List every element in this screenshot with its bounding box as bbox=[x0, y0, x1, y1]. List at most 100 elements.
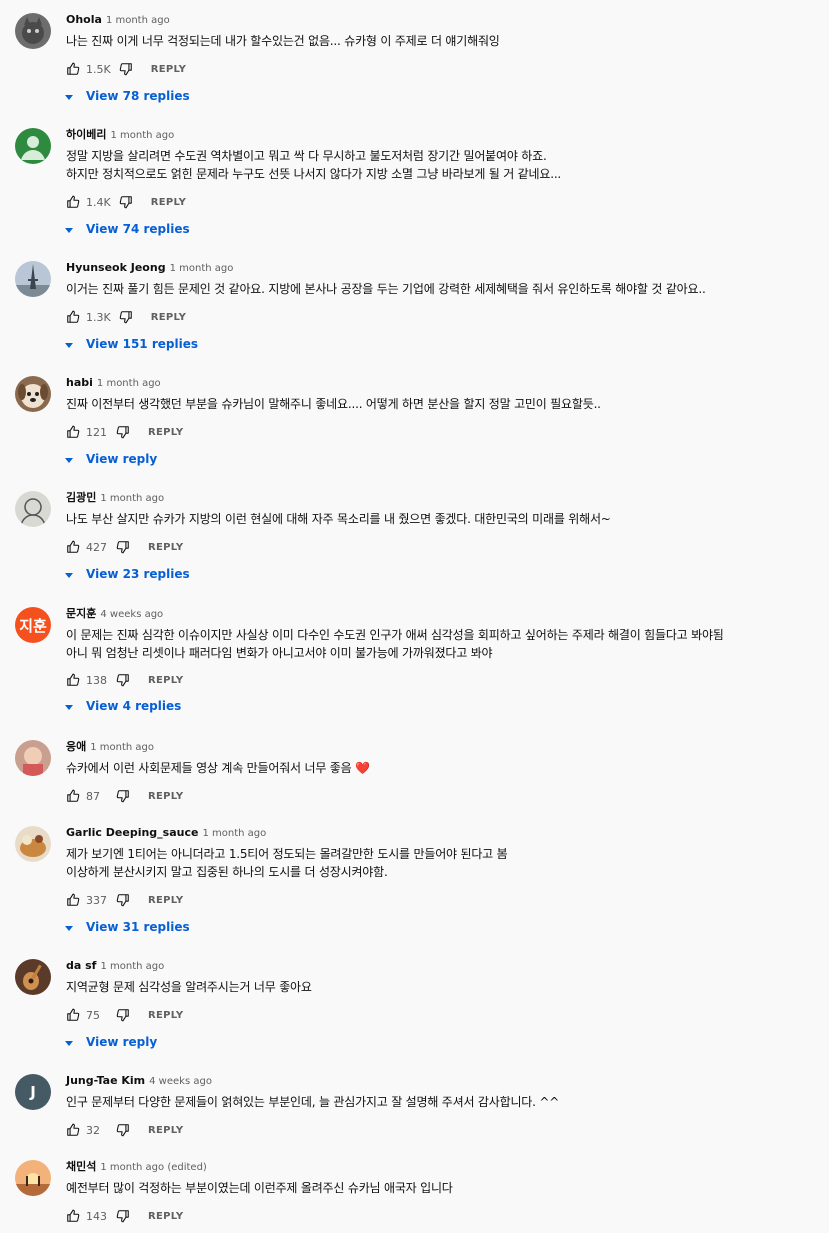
comment-author[interactable]: 하이베리 bbox=[66, 128, 106, 141]
view-replies-button[interactable]: View 74 replies bbox=[64, 220, 190, 238]
comment-time[interactable]: 1 month ago bbox=[202, 828, 266, 839]
comment-text: 지역균형 문제 심각성을 알려주시는거 너무 좋아요 bbox=[66, 980, 312, 994]
comment-time[interactable]: 1 month ago bbox=[90, 742, 154, 753]
photo-avatar[interactable] bbox=[15, 740, 51, 776]
view-replies-button[interactable]: View 78 replies bbox=[64, 87, 190, 105]
thumbs-down-icon[interactable] bbox=[116, 540, 130, 554]
comment-actions: 75 REPLY bbox=[66, 1006, 183, 1024]
comment-author[interactable]: 문지훈 bbox=[66, 607, 96, 620]
comment-text: 이거는 진짜 풀기 힘든 문제인 것 같아요. 지방에 본사나 공장을 두는 기… bbox=[66, 282, 706, 296]
thumbs-down-icon[interactable] bbox=[119, 195, 133, 209]
comment-list: Ohola 1 month ago 나는 진짜 이게 너무 걱정되는데 내가 할수… bbox=[0, 0, 829, 1233]
like-count: 87 bbox=[86, 789, 100, 803]
view-replies-label: View 74 replies bbox=[86, 222, 190, 236]
thumbs-up-icon[interactable] bbox=[66, 425, 80, 439]
reply-button[interactable]: REPLY bbox=[148, 895, 183, 906]
comment-author[interactable]: 채민석 bbox=[66, 1160, 96, 1173]
like-count: 32 bbox=[86, 1123, 100, 1137]
guitar-avatar[interactable] bbox=[15, 959, 51, 995]
reply-button[interactable]: REPLY bbox=[148, 1125, 183, 1136]
comment-actions: 1.3K REPLY bbox=[66, 308, 186, 326]
caret-down-icon bbox=[64, 922, 74, 932]
view-replies-button[interactable]: View reply bbox=[64, 450, 157, 468]
like-count: 1.4K bbox=[86, 195, 111, 209]
thumbs-up-icon[interactable] bbox=[66, 1123, 80, 1137]
like-count: 138 bbox=[86, 673, 107, 687]
comment-author[interactable]: Ohola bbox=[66, 13, 102, 26]
eiffel-avatar[interactable] bbox=[15, 261, 51, 297]
heart-icon: ❤️ bbox=[355, 761, 370, 775]
thumbs-down-icon[interactable] bbox=[119, 62, 133, 76]
reply-button[interactable]: REPLY bbox=[148, 542, 183, 553]
comment-time[interactable]: 1 month ago bbox=[100, 493, 164, 504]
reply-button[interactable]: REPLY bbox=[151, 312, 186, 323]
like-count: 75 bbox=[86, 1008, 100, 1022]
like-count: 121 bbox=[86, 425, 107, 439]
view-replies-button[interactable]: View 23 replies bbox=[64, 565, 190, 583]
comment-actions: 32 REPLY bbox=[66, 1121, 183, 1139]
thumbs-up-icon[interactable] bbox=[66, 1008, 80, 1022]
dog-avatar[interactable] bbox=[15, 376, 51, 412]
comment-actions: 143 REPLY bbox=[66, 1207, 183, 1225]
comment-time[interactable]: 1 month ago bbox=[106, 15, 170, 26]
view-replies-button[interactable]: View reply bbox=[64, 1033, 157, 1051]
thumbs-up-icon[interactable] bbox=[66, 540, 80, 554]
cat-avatar[interactable] bbox=[15, 13, 51, 49]
view-replies-label: View reply bbox=[86, 1035, 158, 1049]
thumbs-down-icon[interactable] bbox=[119, 310, 133, 324]
view-replies-button[interactable]: View 4 replies bbox=[64, 697, 181, 715]
thumbs-up-icon[interactable] bbox=[66, 673, 80, 687]
reply-button[interactable]: REPLY bbox=[148, 427, 183, 438]
thumbs-down-icon[interactable] bbox=[116, 1209, 130, 1223]
comment-author[interactable]: da sf bbox=[66, 959, 96, 972]
comment-time[interactable]: 4 weeks ago bbox=[149, 1076, 212, 1087]
comment-actions: 337 REPLY bbox=[66, 891, 183, 909]
thumbs-up-icon[interactable] bbox=[66, 1209, 80, 1223]
sunset-avatar[interactable] bbox=[15, 1160, 51, 1196]
reply-button[interactable]: REPLY bbox=[148, 791, 183, 802]
thumbs-down-icon[interactable] bbox=[116, 1123, 130, 1137]
reply-button[interactable]: REPLY bbox=[151, 197, 186, 208]
thumbs-down-icon[interactable] bbox=[116, 893, 130, 907]
thumbs-down-icon[interactable] bbox=[116, 425, 130, 439]
reply-button[interactable]: REPLY bbox=[148, 1211, 183, 1222]
thumbs-up-icon[interactable] bbox=[66, 310, 80, 324]
reply-button[interactable]: REPLY bbox=[151, 64, 186, 75]
comment-time[interactable]: 1 month ago bbox=[100, 961, 164, 972]
comment-author[interactable]: 응애 bbox=[66, 740, 86, 753]
thumbs-down-icon[interactable] bbox=[116, 1008, 130, 1022]
thumbs-up-icon[interactable] bbox=[66, 789, 80, 803]
comment-time[interactable]: 1 month ago bbox=[170, 263, 234, 274]
comment-text: 인구 문제부터 다양한 문제들이 얽혀있는 부분인데, 늘 관심가지고 잘 설명… bbox=[66, 1095, 560, 1109]
comment-actions: 121 REPLY bbox=[66, 423, 183, 441]
comment-time[interactable]: 1 month ago (edited) bbox=[100, 1162, 206, 1173]
letter-avatar[interactable]: J bbox=[15, 1074, 51, 1110]
sketch-avatar[interactable] bbox=[15, 491, 51, 527]
default-user-avatar[interactable] bbox=[15, 128, 51, 164]
comment-time[interactable]: 1 month ago bbox=[110, 130, 174, 141]
reply-button[interactable]: REPLY bbox=[148, 675, 183, 686]
like-count: 427 bbox=[86, 540, 107, 554]
reply-button[interactable]: REPLY bbox=[148, 1010, 183, 1021]
comment-author[interactable]: habi bbox=[66, 376, 93, 389]
thumbs-down-icon[interactable] bbox=[116, 673, 130, 687]
comment-text: 나도 부산 살지만 슈카가 지방의 이런 현실에 대해 자주 목소리를 내 줬으… bbox=[66, 512, 611, 526]
comment-author[interactable]: 김광민 bbox=[66, 491, 96, 504]
caret-down-icon bbox=[64, 224, 74, 234]
caret-down-icon bbox=[64, 454, 74, 464]
letter-avatar[interactable]: 지훈 bbox=[15, 607, 51, 643]
comment-time[interactable]: 4 weeks ago bbox=[100, 609, 163, 620]
thumbs-up-icon[interactable] bbox=[66, 195, 80, 209]
thumbs-up-icon[interactable] bbox=[66, 893, 80, 907]
view-replies-button[interactable]: View 151 replies bbox=[64, 335, 198, 353]
food-avatar[interactable] bbox=[15, 826, 51, 862]
thumbs-up-icon[interactable] bbox=[66, 62, 80, 76]
caret-down-icon bbox=[64, 339, 74, 349]
comment-author[interactable]: Garlic Deeping_sauce bbox=[66, 826, 198, 839]
comment-author[interactable]: Jung-Tae Kim bbox=[66, 1074, 145, 1087]
comment-time[interactable]: 1 month ago bbox=[97, 378, 161, 389]
view-replies-button[interactable]: View 31 replies bbox=[64, 918, 190, 936]
comment-author[interactable]: Hyunseok Jeong bbox=[66, 261, 166, 274]
comment-text: 제가 보기엔 1티어는 아니더라고 1.5티어 정도되는 몰려갈만한 도시를 만… bbox=[66, 847, 508, 879]
thumbs-down-icon[interactable] bbox=[116, 789, 130, 803]
